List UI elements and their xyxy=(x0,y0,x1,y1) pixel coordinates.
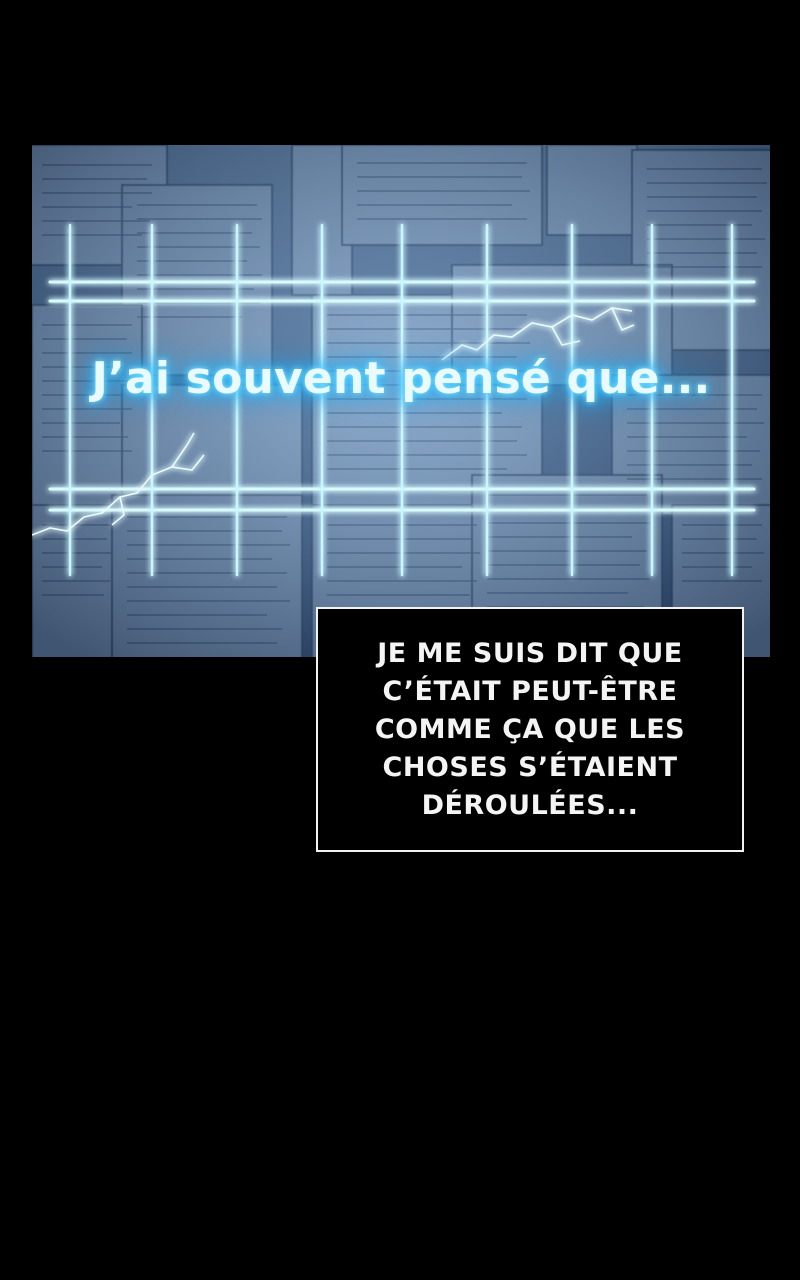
narration-caption-text: JE ME SUIS DIT QUE C’ÉTAIT PEUT-ÊTRE COM… xyxy=(330,635,730,825)
panel-title: J’ai souvent pensé que... xyxy=(91,353,711,404)
newspaper-panel: J’ai souvent pensé que... xyxy=(32,145,770,657)
narration-caption-box: JE ME SUIS DIT QUE C’ÉTAIT PEUT-ÊTRE COM… xyxy=(316,607,744,852)
caption-line: JE ME SUIS DIT QUE xyxy=(377,637,683,669)
caption-line: COMME ÇA QUE LES xyxy=(374,713,686,745)
comic-page: J’ai souvent pensé que... JE ME SUIS DIT… xyxy=(0,0,800,1280)
caption-line: DÉROULÉES... xyxy=(421,789,639,821)
caption-line: CHOSES S’ÉTAIENT xyxy=(382,751,678,783)
caption-line: C’ÉTAIT PEUT-ÊTRE xyxy=(382,675,678,707)
